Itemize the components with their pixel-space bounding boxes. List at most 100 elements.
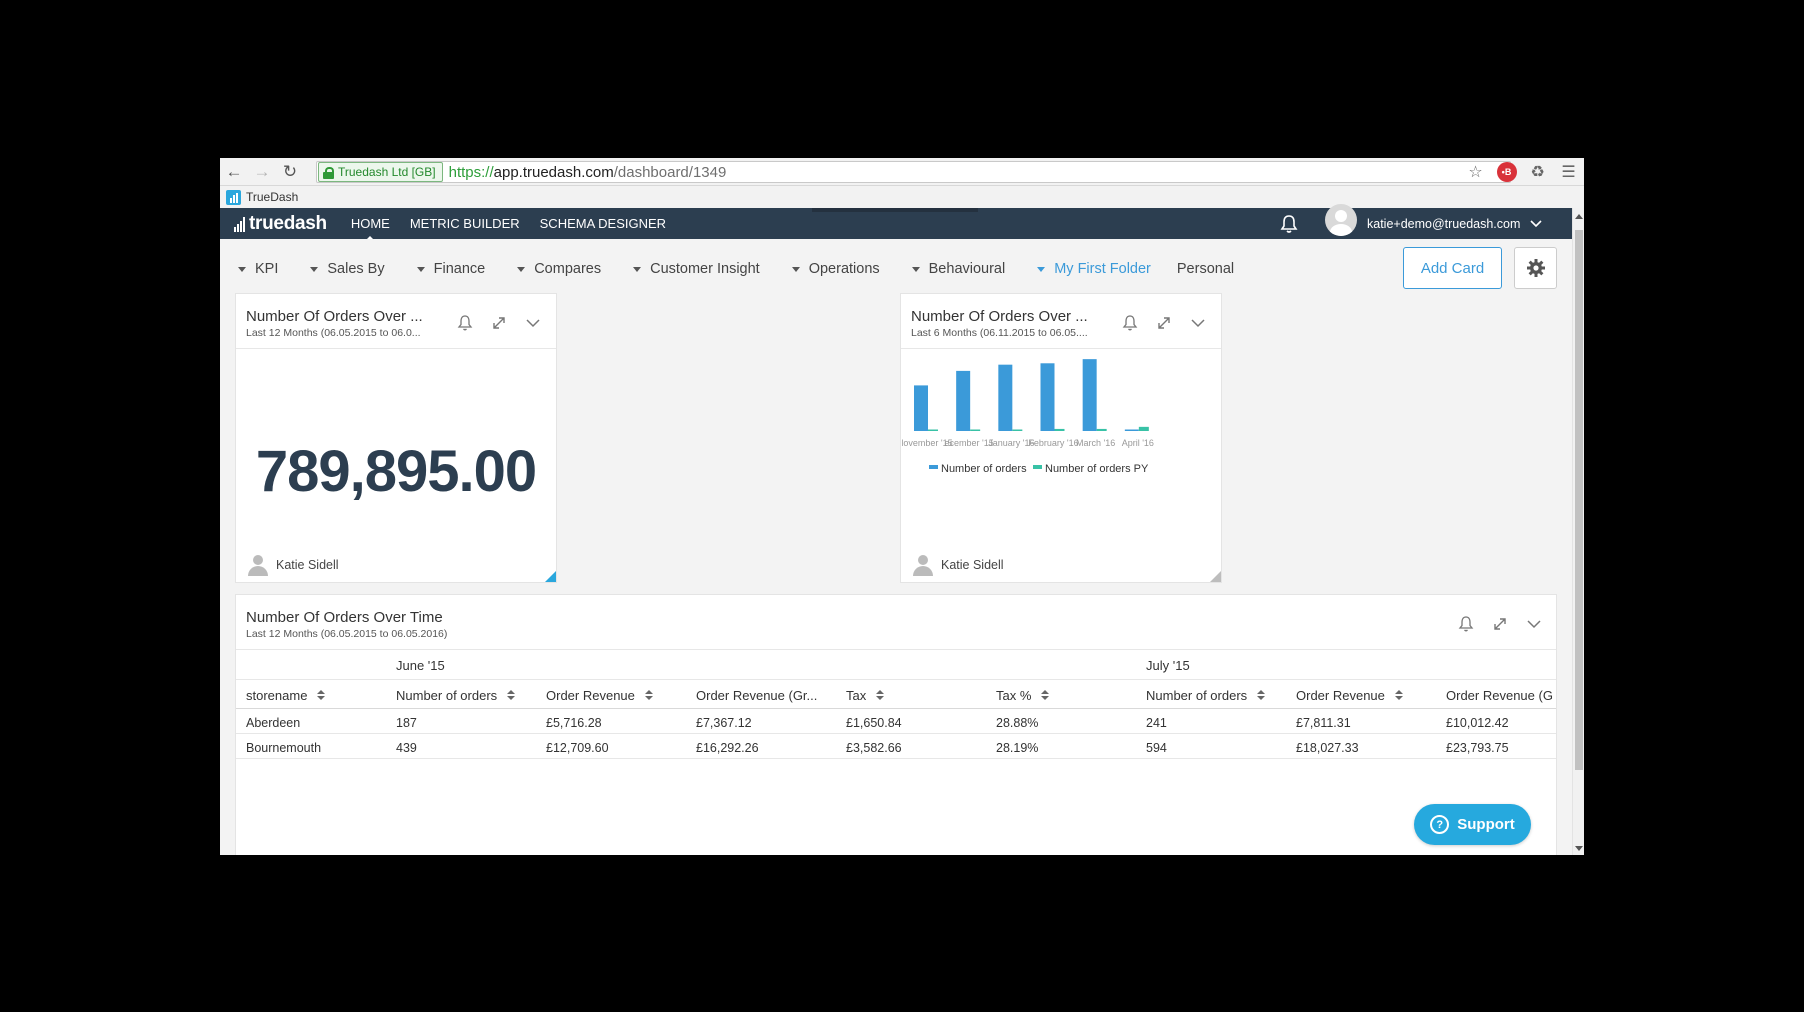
table-cell: £1,650.84 xyxy=(846,716,902,730)
menu-icon[interactable]: ☰ xyxy=(1553,158,1584,186)
column-header[interactable]: Order Revenue xyxy=(546,688,653,703)
url-text[interactable]: https://app.truedash.com/dashboard/1349 xyxy=(449,164,727,181)
table-cell: £16,292.26 xyxy=(696,741,759,755)
sort-icon[interactable] xyxy=(1394,690,1403,701)
legend-label[interactable]: Number of orders PY xyxy=(1045,463,1149,475)
address-bar[interactable]: Truedash Ltd [GB] https://app.truedash.c… xyxy=(316,161,1511,183)
lock-icon xyxy=(323,166,334,179)
security-indicator[interactable]: Truedash Ltd [GB] xyxy=(318,162,443,182)
page-scrollbar[interactable] xyxy=(1572,208,1584,855)
forward-icon[interactable]: → xyxy=(248,158,276,186)
folder-label: Compares xyxy=(534,261,602,277)
folder-behavioural[interactable]: Behavioural xyxy=(911,261,1005,277)
scroll-down-icon[interactable] xyxy=(1575,846,1583,851)
bar-orders-2[interactable] xyxy=(998,364,1013,431)
sort-icon[interactable] xyxy=(1041,690,1050,701)
add-card-button[interactable]: Add Card xyxy=(1403,247,1502,289)
nav-home[interactable]: HOME xyxy=(351,216,390,242)
reload-icon[interactable]: ↻ xyxy=(276,158,304,186)
chevron-down-icon[interactable] xyxy=(1524,614,1544,634)
resize-handle[interactable] xyxy=(1210,571,1221,582)
folder-label: Finance xyxy=(433,261,486,277)
column-header[interactable]: storename xyxy=(246,688,326,703)
nav-schema-designer[interactable]: SCHEMA DESIGNER xyxy=(540,216,666,231)
column-header[interactable]: Number of orders xyxy=(396,688,516,703)
back-icon[interactable]: ← xyxy=(220,158,248,186)
table-cell: 28.19% xyxy=(996,741,1039,755)
alert-bell-icon[interactable] xyxy=(1456,614,1476,634)
bar-orders-5[interactable] xyxy=(1124,429,1139,432)
table-row[interactable]: Bournemouth 439 £12,709.60 £16,292.26 £3… xyxy=(236,734,1556,759)
folder-customer-insight[interactable]: Customer Insight xyxy=(633,261,760,277)
user-icon xyxy=(248,554,268,576)
chevron-down-icon[interactable] xyxy=(523,313,543,333)
expand-icon[interactable] xyxy=(489,313,509,333)
table-cell: 241 xyxy=(1146,716,1167,730)
bookmark-truedash[interactable]: TrueDash xyxy=(246,190,298,204)
truedash-logo[interactable]: truedash xyxy=(234,213,327,235)
avatar xyxy=(1325,203,1357,236)
settings-button[interactable] xyxy=(1514,247,1557,289)
group-june-15: June '15 xyxy=(396,658,445,673)
expand-icon[interactable] xyxy=(1490,614,1510,634)
sort-icon[interactable] xyxy=(317,690,326,701)
table-cell: 28.88% xyxy=(996,716,1039,730)
resize-handle[interactable] xyxy=(545,571,556,582)
bar-orders-py-3[interactable] xyxy=(1054,428,1065,431)
nav-metric-builder[interactable]: METRIC BUILDER xyxy=(410,216,520,231)
bar-orders-3[interactable] xyxy=(1040,363,1055,431)
bar-orders-py-0[interactable] xyxy=(928,429,938,432)
sort-icon[interactable] xyxy=(507,690,516,701)
column-header[interactable]: Tax % xyxy=(996,688,1050,703)
column-header[interactable]: Order Revenue xyxy=(1296,688,1403,703)
user-menu[interactable]: katie+demo@truedash.com xyxy=(1325,203,1542,239)
support-button[interactable]: ? Support xyxy=(1414,804,1531,845)
folder-label: Customer Insight xyxy=(650,261,760,277)
folder-personal[interactable]: Personal xyxy=(1177,261,1234,277)
star-icon[interactable]: ☆ xyxy=(1460,158,1491,186)
author-name: Katie Sidell xyxy=(276,558,339,572)
folder-kpi[interactable]: KPI xyxy=(238,261,278,277)
column-header[interactable]: Tax xyxy=(846,688,885,703)
folder-sales-by[interactable]: Sales By xyxy=(310,261,385,277)
bar-orders-4[interactable] xyxy=(1082,359,1097,431)
help-icon: ? xyxy=(1430,815,1450,834)
scrollbar-thumb[interactable] xyxy=(1575,230,1583,770)
sort-icon[interactable] xyxy=(644,690,653,701)
folder-finance[interactable]: Finance xyxy=(416,261,486,277)
scroll-up-icon[interactable] xyxy=(1575,214,1583,219)
caret-down-icon xyxy=(791,266,800,272)
alert-bell-icon[interactable] xyxy=(455,313,475,333)
card-actions xyxy=(455,313,543,333)
table-row[interactable]: Aberdeen 187 £5,716.28 £7,367.12 £1,650.… xyxy=(236,709,1556,734)
column-header[interactable]: Number of orders xyxy=(1146,688,1266,703)
alert-bell-icon[interactable] xyxy=(1120,313,1140,333)
folder-operations[interactable]: Operations xyxy=(791,261,880,277)
legend-label[interactable]: Number of orders xyxy=(941,463,1027,475)
bar-orders-py-1[interactable] xyxy=(970,429,981,432)
sort-icon[interactable] xyxy=(1257,690,1266,701)
card-title: Number Of Orders Over ... xyxy=(246,308,423,325)
chevron-down-icon xyxy=(1530,219,1542,227)
bar-orders-0[interactable] xyxy=(914,385,928,431)
gear-icon xyxy=(1526,259,1545,277)
column-header[interactable]: Order Revenue (Gr... xyxy=(696,688,817,703)
x-tick-label: April '16 xyxy=(1122,438,1154,448)
orders-bar-chart[interactable]: lovember '15ecember '15January '16Februa… xyxy=(901,350,1221,500)
notification-bell-icon[interactable] xyxy=(1278,213,1300,235)
bar-orders-1[interactable] xyxy=(956,370,971,431)
folder-compares[interactable]: Compares xyxy=(517,261,601,277)
bar-orders-py-5[interactable] xyxy=(1138,426,1149,431)
sort-icon[interactable] xyxy=(876,690,885,701)
bar-orders-py-4[interactable] xyxy=(1096,428,1107,431)
column-header[interactable]: Order Revenue (G xyxy=(1446,688,1553,703)
card-title: Number Of Orders Over ... xyxy=(911,308,1088,325)
bar-orders-py-2[interactable] xyxy=(1012,429,1023,432)
folder-my-first-folder[interactable]: My First Folder xyxy=(1037,261,1151,277)
chevron-down-icon[interactable] xyxy=(1188,313,1208,333)
card-header: Number Of Orders Over ... Last 6 Months … xyxy=(901,294,1221,349)
recycle-icon[interactable]: ♻ xyxy=(1522,158,1553,186)
expand-icon[interactable] xyxy=(1154,313,1174,333)
support-label: Support xyxy=(1457,816,1515,833)
extension-icon[interactable]: •B xyxy=(1491,158,1522,186)
